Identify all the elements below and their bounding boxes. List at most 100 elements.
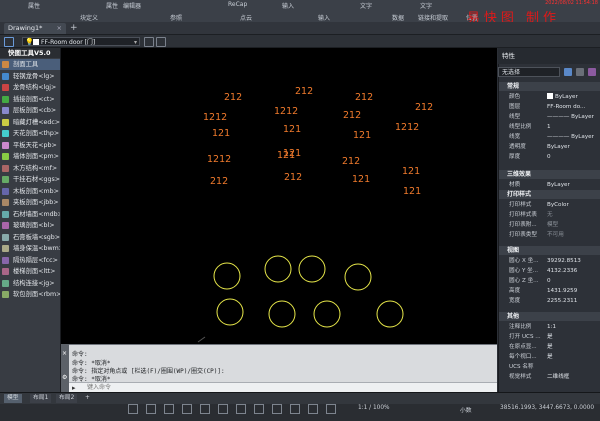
property-row[interactable]: UCS 名称 xyxy=(499,363,600,372)
close-icon[interactable]: × xyxy=(62,350,67,357)
command-window-grip[interactable]: × ⚙ xyxy=(61,344,69,392)
layer-properties-icon[interactable] xyxy=(4,37,14,47)
property-row[interactable]: 打印表附... 模型 xyxy=(499,221,600,230)
palette-item[interactable]: 楼梯剖面<ltt> xyxy=(0,266,60,277)
tab-layout1[interactable]: 布局1 xyxy=(30,394,52,403)
annotation-visibility-icon[interactable] xyxy=(326,404,336,414)
palette-item[interactable]: 石膏板墙<sgb> xyxy=(0,232,60,243)
palette-item[interactable]: 隔热隔层<fcc> xyxy=(0,255,60,266)
selection-cycling-icon[interactable] xyxy=(272,404,282,414)
property-row[interactable]: 在原点显... 是 xyxy=(499,343,600,352)
grid-icon[interactable] xyxy=(128,404,138,414)
layer-previous-icon[interactable] xyxy=(156,37,166,47)
ribbon-tab-text-2[interactable]: 文字 xyxy=(420,1,432,10)
tab-model[interactable]: 模型 xyxy=(4,394,22,403)
add-layout-button[interactable]: + xyxy=(82,394,93,403)
property-row[interactable]: 打印表类型 不可用 xyxy=(499,231,600,240)
property-row[interactable]: 打印样式 ByColor xyxy=(499,201,600,210)
property-row[interactable]: 视觉样式 二维线框 xyxy=(499,373,600,382)
palette-item[interactable]: 软包剖面<rbm> xyxy=(0,289,60,300)
quick-select-icon[interactable] xyxy=(588,68,596,76)
property-row[interactable]: 打开 UCS ... 是 xyxy=(499,333,600,342)
palette-item[interactable]: 插接剖面<ct> xyxy=(0,94,60,105)
circle-entity[interactable] xyxy=(216,298,244,326)
palette-item[interactable]: 剖面工具 xyxy=(0,59,60,70)
property-section-misc[interactable]: 其他 xyxy=(499,312,600,321)
property-row[interactable]: 宽度 2255.2311 xyxy=(499,297,600,306)
palette-item[interactable]: 木板剖面<mb> xyxy=(0,186,60,197)
ribbon-tab-attribute-2[interactable]: 属性 xyxy=(106,1,118,10)
property-section-plot[interactable]: 打印样式 xyxy=(499,190,600,199)
dynamic-ucs-icon[interactable] xyxy=(308,404,318,414)
lineweight-icon[interactable] xyxy=(236,404,246,414)
layer-dropdown[interactable]: 💡 FF-Room door [门] ▾ xyxy=(22,37,140,46)
palette-item[interactable]: 干挂石材<ggs> xyxy=(0,174,60,185)
ribbon-panel-reference[interactable]: 参照 xyxy=(170,13,182,22)
property-row[interactable]: 线型比例 1 xyxy=(499,123,600,132)
tab-layout2[interactable]: 布局2 xyxy=(56,394,78,403)
ribbon-panel-import[interactable]: 输入 xyxy=(318,13,330,22)
wrench-icon[interactable]: ⚙ xyxy=(62,374,67,381)
3d-osnap-icon[interactable] xyxy=(290,404,300,414)
ribbon-tab-attribute[interactable]: 属性 xyxy=(28,1,40,10)
property-row[interactable]: 厚度 0 xyxy=(499,153,600,162)
circle-entity[interactable] xyxy=(213,262,241,290)
property-row[interactable]: 每个视口... 是 xyxy=(499,353,600,362)
palette-item[interactable]: 结构连接<jg> xyxy=(0,278,60,289)
circle-entity[interactable] xyxy=(344,263,372,291)
property-row[interactable]: 透明度 ByLayer xyxy=(499,143,600,152)
command-input[interactable]: ▸ 键入命令 xyxy=(69,382,497,392)
property-row[interactable]: 线型 ———— ByLayer xyxy=(499,113,600,122)
new-tab-button[interactable]: + xyxy=(70,23,78,33)
property-section-view[interactable]: 视图 xyxy=(499,246,600,255)
transparency-icon[interactable] xyxy=(254,404,264,414)
circle-entity[interactable] xyxy=(264,255,292,283)
document-tab[interactable]: Drawing1* × xyxy=(4,23,66,34)
palette-item[interactable]: 天花剖面<thp> xyxy=(0,128,60,139)
close-icon[interactable]: × xyxy=(57,23,62,34)
circle-entity[interactable] xyxy=(313,300,341,328)
ribbon-panel-link-extract[interactable]: 链接和提取 xyxy=(418,13,448,22)
property-row[interactable]: 材质 ByLayer xyxy=(499,181,600,190)
ortho-icon[interactable] xyxy=(164,404,174,414)
layer-match-icon[interactable] xyxy=(144,37,154,47)
ribbon-tab-recap[interactable]: ReCap xyxy=(228,1,247,8)
ribbon-tab-input[interactable]: 输入 xyxy=(282,1,294,10)
units-readout[interactable]: 小数 xyxy=(460,405,472,414)
property-row[interactable]: 打印样式表 无 xyxy=(499,211,600,220)
ribbon-tab-text[interactable]: 文字 xyxy=(360,1,372,10)
selection-dropdown[interactable]: 无选择 xyxy=(498,67,560,77)
ribbon-panel-block-def[interactable]: 块定义 xyxy=(80,13,98,22)
property-row[interactable]: 注释比例 1:1 xyxy=(499,323,600,332)
property-row[interactable]: 圆心 Z 坐... 0 xyxy=(499,277,600,286)
palette-item[interactable]: 墙体剖面<pm> xyxy=(0,151,60,162)
toggle-pickadd-icon[interactable] xyxy=(564,68,572,76)
palette-item[interactable]: 木方结构<mf> xyxy=(0,163,60,174)
property-section-general[interactable]: 常规 xyxy=(499,82,600,91)
property-row[interactable]: 高度 1431.9259 xyxy=(499,287,600,296)
property-row[interactable]: 圆心 Y 坐... 4132.2336 xyxy=(499,267,600,276)
osnap-icon[interactable] xyxy=(200,404,210,414)
palette-item[interactable]: 暗藏灯槽<edc> xyxy=(0,117,60,128)
property-row[interactable]: 圆心 X 坐... 39292.8513 xyxy=(499,257,600,266)
ribbon-tab-editor[interactable]: 编辑器 xyxy=(123,1,141,10)
otrack-icon[interactable] xyxy=(218,404,228,414)
polar-icon[interactable] xyxy=(182,404,192,414)
palette-item[interactable]: 夹板剖面<jbb> xyxy=(0,197,60,208)
annotation-scale[interactable]: 1:1 / 100% xyxy=(358,405,390,411)
ribbon-panel-data[interactable]: 数据 xyxy=(392,13,404,22)
select-objects-icon[interactable] xyxy=(576,68,584,76)
circle-entity[interactable] xyxy=(376,300,404,328)
palette-item[interactable]: 墙身保温<bwm> xyxy=(0,243,60,254)
snap-icon[interactable] xyxy=(146,404,156,414)
ribbon-panel-pointcloud[interactable]: 点云 xyxy=(240,13,252,22)
palette-item[interactable]: 平板天花<pb> xyxy=(0,140,60,151)
palette-item[interactable]: 玻璃剖面<bl> xyxy=(0,220,60,231)
property-row[interactable]: 线宽 ———— ByLayer xyxy=(499,133,600,142)
property-section-3d[interactable]: 三维效果 xyxy=(499,170,600,179)
circle-entity[interactable] xyxy=(298,255,326,283)
palette-item[interactable]: 轻钢龙骨<lg> xyxy=(0,71,60,82)
palette-item[interactable]: 石材墙面<mdb> xyxy=(0,209,60,220)
palette-item[interactable]: 龙骨结构<lgj> xyxy=(0,82,60,93)
property-row[interactable]: 颜色 ByLayer xyxy=(499,93,600,102)
